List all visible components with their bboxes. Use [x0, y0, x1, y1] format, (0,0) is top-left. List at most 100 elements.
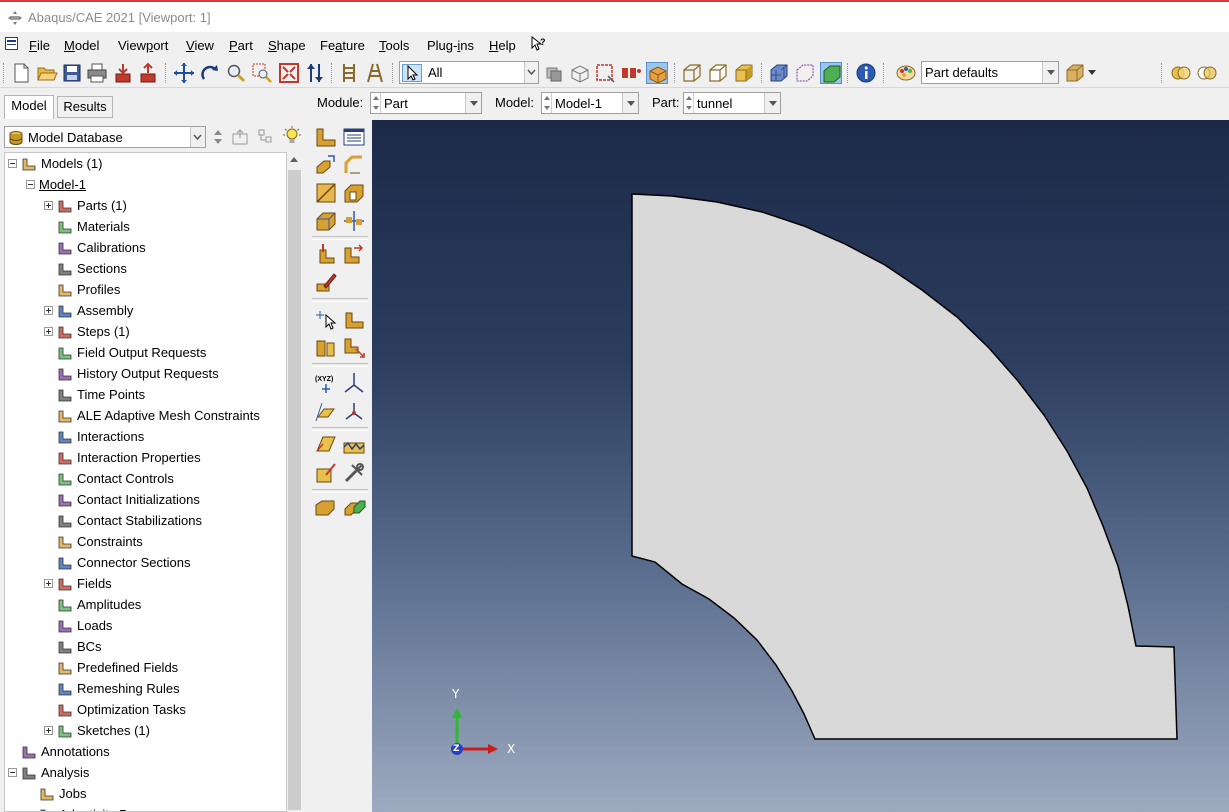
print-icon[interactable] — [86, 62, 108, 84]
tools-icon[interactable] — [342, 461, 366, 485]
cut-extrude-icon[interactable] — [342, 181, 366, 205]
collapse-icon[interactable] — [8, 159, 17, 168]
auto-fit-icon[interactable] — [278, 62, 300, 84]
hidden-line-icon[interactable] — [707, 62, 729, 84]
collapse-icon[interactable] — [26, 180, 35, 189]
selection-filter-combo[interactable]: All — [399, 61, 539, 84]
export-icon[interactable] — [137, 62, 159, 84]
viewport-canvas[interactable]: Y X Z — [372, 120, 1229, 812]
menu-shape[interactable]: Shape — [268, 38, 306, 53]
window-menu-icon[interactable] — [5, 37, 18, 50]
part-combo[interactable]: tunnel — [683, 92, 781, 114]
select-from-viewport-icon[interactable] — [646, 62, 668, 84]
sort-arrows-icon[interactable] — [211, 128, 225, 146]
info-icon[interactable] — [855, 62, 877, 84]
chevron-down-icon[interactable] — [190, 127, 205, 147]
wire-planar-icon[interactable] — [314, 181, 338, 205]
tree-scrollbar[interactable] — [287, 152, 302, 812]
datum-axis-icon[interactable] — [342, 371, 366, 395]
pan-icon[interactable] — [173, 62, 195, 84]
collapse-icon[interactable] — [8, 768, 17, 777]
expand-icon[interactable] — [44, 306, 53, 315]
lightbulb-icon[interactable] — [283, 126, 301, 146]
create-wire-icon[interactable] — [314, 433, 338, 457]
chevron-down-icon[interactable] — [764, 93, 780, 113]
save-icon[interactable] — [61, 62, 83, 84]
menu-view[interactable]: View — [186, 38, 214, 53]
color-code-icon[interactable] — [895, 62, 917, 84]
create-shell-icon[interactable] — [342, 307, 366, 331]
new-file-icon[interactable] — [10, 62, 32, 84]
boolean-union-icon[interactable] — [1196, 62, 1218, 84]
expand-icon[interactable] — [44, 726, 53, 735]
dropdown-arrow-icon[interactable] — [1088, 70, 1096, 75]
shell-extrude-icon[interactable] — [342, 153, 366, 177]
scale-part-icon[interactable] — [342, 335, 366, 359]
layer-icon[interactable] — [338, 62, 360, 84]
filter-tree-icon[interactable] — [257, 128, 275, 146]
menu-part[interactable]: Part — [229, 38, 253, 53]
datum-point-xyz-icon[interactable]: (XYZ) — [314, 371, 338, 395]
menu-viewport[interactable]: Viewport — [118, 38, 168, 53]
shaded-icon[interactable] — [733, 62, 755, 84]
context-help-icon[interactable]: ? — [530, 35, 546, 55]
wireframe-icon[interactable] — [681, 62, 703, 84]
chevron-down-icon[interactable] — [465, 93, 481, 113]
magnify-icon[interactable] — [225, 62, 247, 84]
mesh-render-icon[interactable] — [768, 62, 790, 84]
part-manager-icon[interactable] — [342, 125, 366, 149]
scroll-up-icon[interactable] — [290, 157, 298, 162]
menu-model[interactable]: Model — [64, 38, 99, 53]
menu-help[interactable]: Help — [489, 38, 516, 53]
repair-icon[interactable] — [314, 461, 338, 485]
select-arrow-icon[interactable] — [402, 64, 422, 82]
convert-to-mesh-icon[interactable] — [342, 495, 366, 519]
tunnel-part-outline[interactable] — [631, 193, 1178, 740]
go-up-icon[interactable] — [231, 128, 249, 146]
render-style-combo[interactable]: Part defaults — [921, 61, 1059, 84]
mesh-wire-icon[interactable] — [794, 62, 816, 84]
tab-results[interactable]: Results — [57, 96, 113, 118]
edit-feature-icon[interactable] — [314, 270, 338, 294]
create-part-icon[interactable] — [314, 125, 338, 149]
select-entities-icon[interactable] — [620, 62, 642, 84]
blend-edges-icon[interactable] — [314, 209, 338, 233]
scrollbar-thumb[interactable] — [288, 170, 301, 810]
ladder-icon[interactable] — [364, 62, 386, 84]
mesh-shaded-icon[interactable] — [820, 62, 842, 84]
menu-file[interactable]: File — [29, 38, 50, 53]
expand-icon[interactable] — [44, 579, 53, 588]
open-folder-icon[interactable] — [36, 62, 58, 84]
rotate-icon[interactable] — [199, 62, 221, 84]
chevron-down-icon[interactable] — [524, 62, 538, 83]
select-by-angle-icon[interactable] — [569, 62, 591, 84]
import-icon[interactable] — [112, 62, 134, 84]
menu-tools[interactable]: Tools — [379, 38, 409, 53]
drag-shape-icon[interactable] — [594, 62, 616, 84]
module-combo[interactable]: Part — [370, 92, 482, 114]
datum-point-icon[interactable] — [314, 242, 338, 266]
sketch-icon[interactable] — [342, 433, 366, 457]
datum-csys-icon[interactable] — [342, 399, 366, 423]
datum-plane-icon[interactable] — [314, 399, 338, 423]
boolean-intersect-icon[interactable] — [1170, 62, 1192, 84]
partition-face-icon[interactable] — [342, 242, 366, 266]
menu-plugins[interactable]: Plug-ins — [427, 38, 474, 53]
tab-model[interactable]: Model — [4, 95, 54, 119]
expand-icon[interactable] — [44, 201, 53, 210]
mirror-part-icon[interactable] — [314, 335, 338, 359]
merge-cut-icon[interactable] — [342, 209, 366, 233]
menu-feature[interactable]: Feature — [320, 38, 365, 53]
query-select-icon[interactable] — [314, 307, 338, 331]
model-database-combo[interactable]: Model Database — [4, 126, 206, 148]
cycle-views-icon[interactable] — [304, 62, 326, 84]
chevron-down-icon[interactable] — [1042, 62, 1058, 83]
view-manipulation-icon[interactable] — [1064, 62, 1086, 84]
part-instance-icon[interactable] — [314, 495, 338, 519]
box-zoom-icon[interactable] — [251, 62, 273, 84]
solid-extrude-icon[interactable] — [314, 153, 338, 177]
model-combo[interactable]: Model-1 — [541, 92, 639, 114]
chevron-down-icon[interactable] — [622, 93, 638, 113]
selection-options-icon[interactable] — [543, 62, 565, 84]
expand-icon[interactable] — [44, 327, 53, 336]
